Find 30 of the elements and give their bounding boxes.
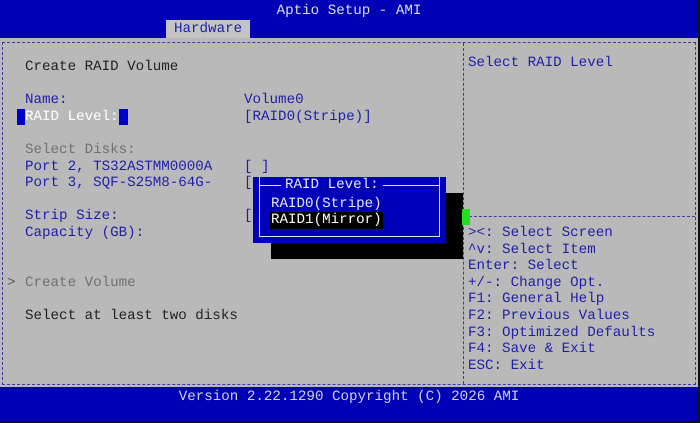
tab[interactable]: Hardware — [166, 20, 250, 38]
key-hint: F3: Optimized Defaults — [468, 324, 656, 342]
setting-value[interactable]: [ — [244, 175, 253, 192]
setting-label[interactable]: Port 2, TS32ASTMM0000A — [25, 158, 212, 175]
key-hint: ><: Select Screen — [468, 225, 613, 242]
window-title: Aptio Setup - AMI — [276, 2, 422, 20]
version-text: Version 2.22.1290 Copyright (C) 2026 AMI — [178, 389, 520, 405]
setting-value[interactable]: Volume0 — [244, 92, 304, 109]
key-hint: +/-: Change Opt. — [468, 274, 604, 292]
setting-label[interactable]: Capacity (GB): — [25, 224, 144, 241]
key-hint: F4: Save & Exit — [468, 341, 596, 358]
popup-title: RAID Level: — [284, 177, 380, 194]
setting-label[interactable]: Strip Size: — [25, 208, 119, 224]
setting-value[interactable]: [RAID0(Stripe)] — [244, 108, 372, 126]
setting-label[interactable]: Port 3, SQF-S25M8-64G- — [25, 175, 212, 192]
key-hint: F2: Previous Values — [468, 308, 630, 325]
setting-label[interactable]: Name: — [25, 92, 68, 108]
popup-option[interactable]: RAID0(Stripe) — [270, 196, 383, 212]
key-hint: F1: General Help — [468, 291, 604, 308]
key-hint: ^v: Select Item — [468, 242, 596, 258]
setting-value[interactable]: [ — [244, 208, 253, 225]
cursor-block-icon — [462, 209, 470, 225]
key-hint: ESC: Exit — [468, 358, 545, 374]
setting-value[interactable]: [ ] — [244, 158, 270, 176]
popup-option[interactable]: RAID1(Mirror) — [270, 212, 383, 229]
form-title: Create RAID Volume — [25, 59, 178, 75]
submenu-marker: > — [7, 274, 16, 291]
help-text: Select RAID Level — [468, 55, 613, 71]
key-hint: Enter: Select — [468, 258, 579, 275]
hint-text: Select at least two disks — [25, 308, 238, 324]
